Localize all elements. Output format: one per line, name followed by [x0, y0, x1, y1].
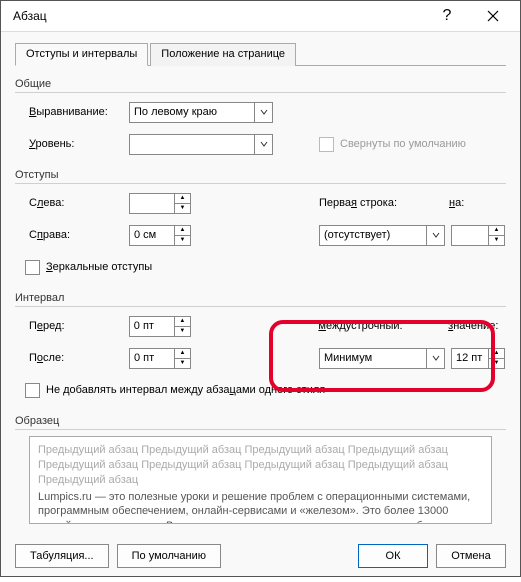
before-spinner[interactable]: 0 пт ▲▼	[129, 316, 191, 337]
dialog-title: Абзац	[13, 9, 424, 23]
spinner-buttons[interactable]: ▲▼	[488, 349, 504, 368]
first-line-select[interactable]: (отсутствует)	[319, 225, 445, 246]
preview-prev: Предыдущий абзац Предыдущий абзац Предыд…	[38, 443, 483, 488]
legend-spacing: Интервал	[15, 290, 506, 307]
chevron-down-icon	[254, 135, 272, 154]
after-value: 0 пт	[130, 349, 174, 368]
line-spacing-select[interactable]: Минимум	[319, 348, 445, 369]
first-line-label: Первая строка:	[319, 197, 449, 209]
spinner-buttons[interactable]: ▲▼	[174, 226, 190, 245]
legend-preview: Образец	[15, 413, 506, 430]
close-button[interactable]	[470, 1, 516, 31]
level-select[interactable]	[129, 134, 273, 155]
alignment-value: По левому краю	[130, 106, 254, 118]
at-value: 12 пт	[452, 349, 488, 368]
tabs-button[interactable]: Табуляция...	[15, 544, 109, 568]
close-icon	[487, 10, 499, 22]
collapsed-label: Свернуты по умолчанию	[340, 138, 466, 150]
at-spinner[interactable]: 12 пт ▲▼	[451, 348, 505, 369]
first-line-value: (отсутствует)	[320, 229, 426, 241]
help-button[interactable]: ?	[424, 1, 470, 31]
default-button[interactable]: По умолчанию	[117, 544, 221, 568]
default-button-label: По умолчанию	[132, 550, 206, 562]
right-indent-value: 0 см	[130, 226, 174, 245]
collapsed-checkbox	[319, 137, 334, 152]
left-indent-value	[130, 194, 174, 213]
dialog-footer: Табуляция... По умолчанию ОК Отмена	[1, 534, 520, 582]
group-indent: Отступы Слева: ▲▼ Первая строка: на: Спр…	[15, 167, 506, 280]
group-preview: Образец Предыдущий абзац Предыдущий абза…	[15, 413, 506, 524]
line-spacing-value: Минимум	[320, 352, 426, 364]
spinner-buttons[interactable]: ▲▼	[174, 317, 190, 336]
after-label: После:	[29, 352, 129, 364]
tab-indents-label: Отступы и интервалы	[26, 48, 137, 60]
spinner-buttons[interactable]: ▲▼	[488, 226, 504, 245]
first-by-value	[452, 226, 488, 245]
chevron-down-icon	[254, 103, 272, 122]
cancel-button[interactable]: Отмена	[436, 544, 506, 568]
nosame-label: Не добавлять интервал между абзацами одн…	[46, 384, 325, 396]
tab-position-label: Положение на странице	[161, 48, 285, 60]
right-indent-spinner[interactable]: 0 см ▲▼	[129, 225, 191, 246]
at-label: значение:	[448, 320, 506, 332]
legend-indent: Отступы	[15, 167, 506, 184]
titlebar: Абзац ?	[1, 1, 520, 32]
ok-button-label: ОК	[386, 550, 401, 562]
level-label: Уровень:	[29, 138, 129, 150]
left-indent-spinner[interactable]: ▲▼	[129, 193, 191, 214]
line-spacing-label: междустрочный:	[318, 320, 448, 332]
group-general: Общие Выравнивание: По левому краю Урове…	[15, 76, 506, 157]
tab-indents[interactable]: Отступы и интервалы	[15, 43, 148, 66]
chevron-down-icon	[426, 226, 444, 245]
ok-button[interactable]: ОК	[358, 544, 428, 568]
nosame-checkbox[interactable]	[25, 383, 40, 398]
group-spacing: Интервал Перед: 0 пт ▲▼ междустрочный: з…	[15, 290, 506, 403]
tabs-button-label: Табуляция...	[30, 550, 94, 562]
cancel-button-label: Отмена	[451, 550, 490, 562]
right-indent-label: Справа:	[29, 229, 129, 241]
first-by-label: на:	[449, 197, 499, 209]
alignment-label: Выравнивание:	[29, 106, 129, 118]
after-spinner[interactable]: 0 пт ▲▼	[129, 348, 191, 369]
mirror-checkbox[interactable]	[25, 260, 40, 275]
tab-position[interactable]: Положение на странице	[150, 43, 296, 66]
legend-general: Общие	[15, 76, 506, 93]
spinner-buttons[interactable]: ▲▼	[174, 349, 190, 368]
tab-strip: Отступы и интервалы Положение на страниц…	[15, 42, 506, 66]
chevron-down-icon	[426, 349, 444, 368]
before-label: Перед:	[29, 320, 129, 332]
spinner-buttons[interactable]: ▲▼	[174, 194, 190, 213]
mirror-label: Зеркальные отступы	[46, 261, 152, 273]
left-indent-label: Слева:	[29, 197, 129, 209]
first-by-spinner[interactable]: ▲▼	[451, 225, 505, 246]
before-value: 0 пт	[130, 317, 174, 336]
preview-box: Предыдущий абзац Предыдущий абзац Предыд…	[29, 436, 492, 524]
paragraph-dialog: Абзац ? Отступы и интервалы Положение на…	[0, 0, 521, 577]
preview-main: Lumpics.ru — это полезные уроки и решени…	[38, 490, 483, 524]
alignment-select[interactable]: По левому краю	[129, 102, 273, 123]
